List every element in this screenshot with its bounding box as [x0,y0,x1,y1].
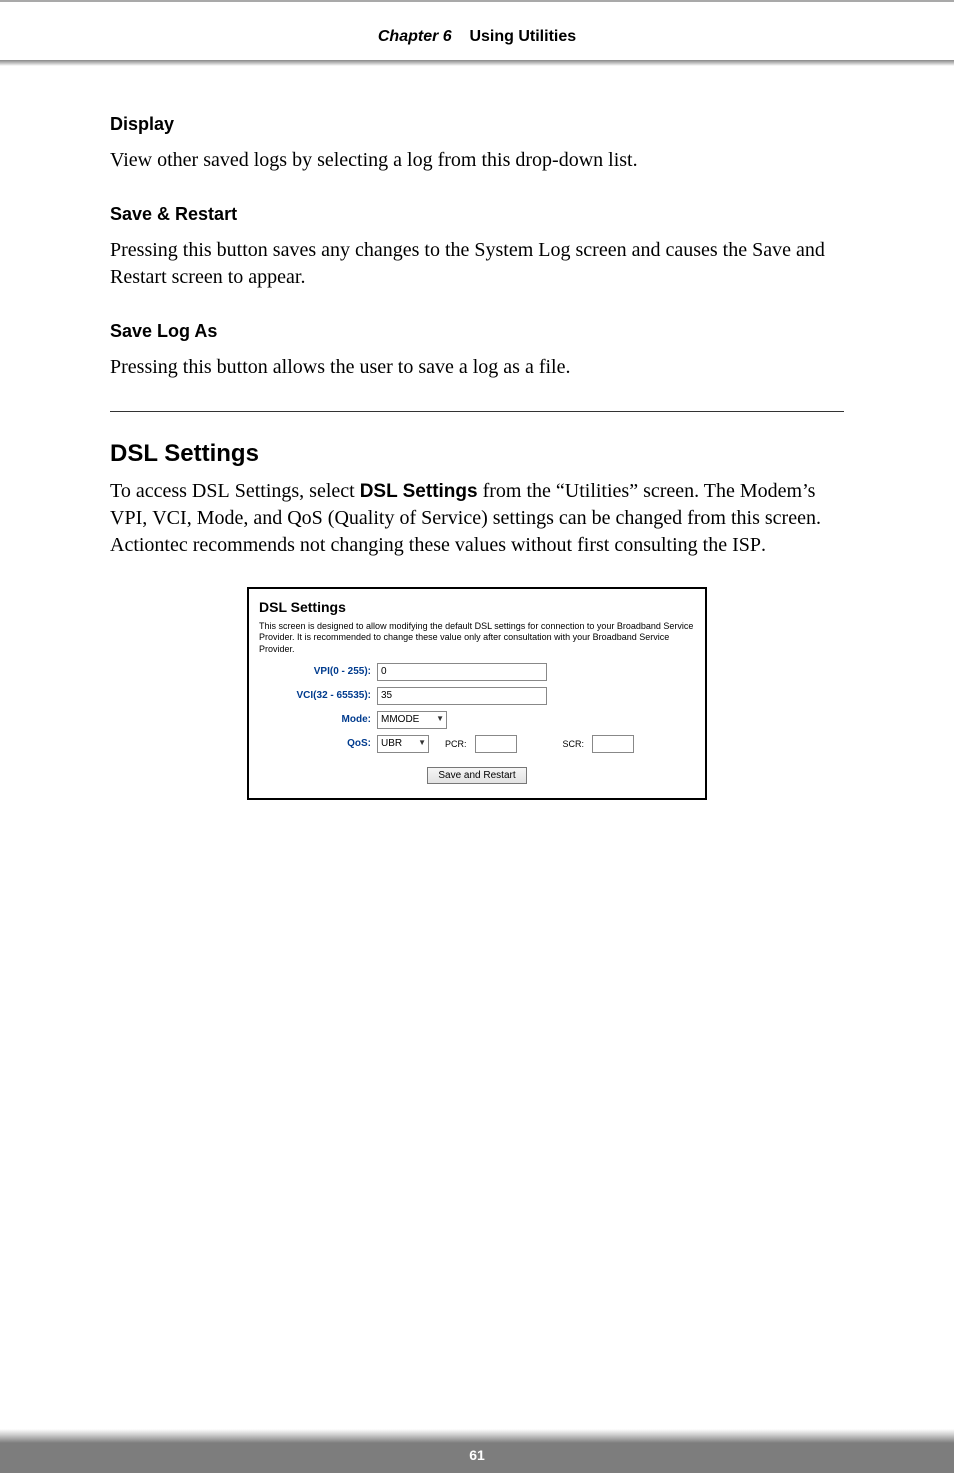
content: Display View other saved logs by selecti… [0,66,954,800]
select-qos-wrap [377,735,429,753]
label-scr: SCR: [563,739,585,749]
heading-dsl-settings: DSL Settings [110,440,844,468]
row-vci: VCI(32 - 65535): [259,687,695,705]
input-vci[interactable] [377,687,547,705]
panel-button-row: Save and Restart [259,767,695,784]
chapter-title: Using Utilities [469,28,576,45]
input-vpi[interactable] [377,663,547,681]
save-and-restart-button[interactable]: Save and Restart [427,767,526,784]
label-pcr: PCR: [445,739,467,749]
page-footer: 61 [0,1429,954,1473]
qos-inline: PCR: SCR: [377,735,634,753]
dsl-text-mid3: , Mode, and QoS (Quality of Service) set… [110,507,821,556]
section-dsl-settings: DSL Settings To access DSL Settings, sel… [110,440,844,800]
panel-title: DSL Settings [259,599,695,615]
chapter-label: Chapter 6 [378,28,452,45]
dsl-text-end: . [761,534,766,556]
section-save-log-as: Save Log As Pressing this button allows … [110,321,844,381]
label-vci: VCI(32 - 65535): [259,690,377,701]
dsl-text-vpi: VPI [110,507,142,529]
input-scr[interactable] [592,735,634,753]
row-vpi: VPI(0 - 255): [259,663,695,681]
divider [110,411,844,412]
body-dsl-settings: To access DSL Settings, select DSL Setti… [110,478,844,559]
top-rule [0,0,954,2]
heading-save-log-as: Save Log As [110,321,844,342]
dsl-text-dsl1: DSL [192,480,230,502]
label-vpi: VPI(0 - 255): [259,666,377,677]
page: Chapter 6 Using Utilities Display View o… [0,0,954,1473]
page-header: Chapter 6 Using Utilities [0,0,954,66]
body-display: View other saved logs by selecting a log… [110,147,844,174]
dsl-text-vci: VCI [152,507,186,529]
row-mode: Mode: [259,711,695,729]
section-save-restart: Save & Restart Pressing this button save… [110,204,844,291]
header-text: Chapter 6 Using Utilities [0,28,954,46]
panel-wrap: DSL Settings This screen is designed to … [110,587,844,800]
heading-save-restart: Save & Restart [110,204,844,225]
label-mode: Mode: [259,714,377,725]
footer-gradient [0,1429,954,1443]
dsl-text-isp: ISP [732,534,761,556]
section-display: Display View other saved logs by selecti… [110,114,844,174]
body-save-restart: Pressing this button saves any changes t… [110,237,844,291]
page-number: 61 [0,1443,954,1473]
select-mode[interactable] [377,711,447,729]
dsl-text-pre: To access [110,480,192,502]
dsl-text-mid2: from the “Utilities” screen. The Modem’s [478,480,816,502]
dsl-text-mid1: Settings, select [230,480,360,502]
body-save-log-as: Pressing this button allows the user to … [110,354,844,381]
select-mode-wrap [377,711,447,729]
dsl-text-sep1: , [142,507,152,529]
panel-desc: This screen is designed to allow modifyi… [259,621,695,655]
row-qos: QoS: PCR: SCR: [259,735,695,753]
select-qos[interactable] [377,735,429,753]
dsl-text-bold: DSL Settings [360,481,478,502]
dsl-settings-panel: DSL Settings This screen is designed to … [247,587,707,800]
header-space [456,28,465,45]
label-qos: QoS: [259,738,377,749]
heading-display: Display [110,114,844,135]
input-pcr[interactable] [475,735,517,753]
